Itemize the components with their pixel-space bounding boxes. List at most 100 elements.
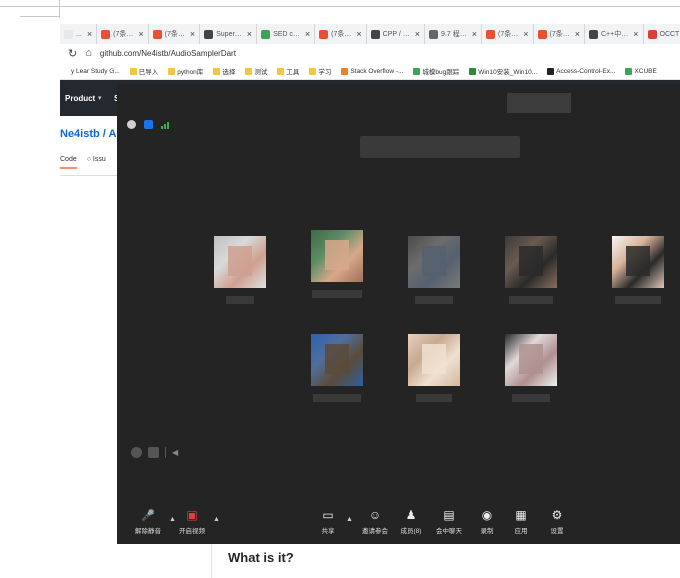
- chat-bubble-icon[interactable]: [148, 447, 159, 458]
- close-icon[interactable]: ×: [247, 29, 252, 39]
- bookmark-item[interactable]: python库: [168, 66, 203, 76]
- members-button[interactable]: ♟ 成员(8): [395, 508, 427, 535]
- share-screen-button[interactable]: ▭ 共享: [312, 508, 344, 535]
- tab-favicon-icon: [101, 29, 111, 39]
- avatar: [325, 240, 349, 270]
- browser-tab[interactable]: (7条… ×: [149, 24, 201, 44]
- close-icon[interactable]: ×: [356, 29, 361, 39]
- participant-video-tile[interactable]: [408, 236, 460, 288]
- close-icon[interactable]: ×: [415, 29, 420, 39]
- tab-code[interactable]: Code: [60, 156, 77, 169]
- bookmark-item[interactable]: 工具: [277, 66, 299, 76]
- bookmark-label: y Lear Study G...: [71, 67, 120, 75]
- reload-icon[interactable]: ↻: [68, 47, 77, 60]
- browser-tab[interactable]: (7条… ×: [534, 24, 585, 44]
- participant-video-tile[interactable]: [311, 334, 363, 386]
- bookmark-item[interactable]: 已导入: [129, 66, 158, 76]
- close-icon[interactable]: ×: [190, 29, 195, 39]
- signal-icon[interactable]: [161, 120, 169, 129]
- participant-name-redacted: [226, 296, 254, 304]
- close-icon[interactable]: ×: [305, 29, 310, 39]
- participant-video-tile[interactable]: [408, 334, 460, 386]
- tab-label: ...: [76, 30, 82, 38]
- bookmark-item[interactable]: 学习: [309, 66, 331, 76]
- bookmark-item[interactable]: Access-Control-Ex...: [547, 67, 615, 75]
- tab-favicon-icon: [589, 29, 598, 39]
- browser-tab[interactable]: C++中… ×: [585, 24, 644, 44]
- browser-tab[interactable]: 9.7 程… ×: [425, 24, 482, 44]
- participant-video-tile[interactable]: [612, 236, 664, 288]
- tab-underline-divider: [60, 175, 120, 176]
- home-icon[interactable]: ⌂: [85, 47, 92, 59]
- chat-icon: ▤: [443, 508, 455, 522]
- avatar: [422, 246, 446, 276]
- chevron-up-icon[interactable]: ▲: [346, 516, 353, 523]
- browser-tab[interactable]: SED c… ×: [257, 24, 316, 44]
- browser-tab[interactable]: (7条… ×: [482, 24, 534, 44]
- video-off-button[interactable]: ▣ 开启视频: [179, 508, 205, 535]
- bookmark-item[interactable]: XCUBE: [625, 67, 657, 75]
- chevron-up-icon[interactable]: ▲: [169, 516, 176, 523]
- bookmark-item[interactable]: 测试: [245, 66, 267, 76]
- browser-tab[interactable]: CPP / … ×: [367, 24, 426, 44]
- emoji-icon[interactable]: [131, 447, 142, 458]
- bookmark-label: 工具: [286, 69, 300, 76]
- toolbar-label: 解除静音: [135, 528, 161, 535]
- toolbar-label: 会中聊天: [436, 528, 462, 535]
- url-field[interactable]: github.com/Ne4istb/AudioSamplerDart: [100, 49, 236, 58]
- shield-icon[interactable]: [144, 120, 153, 129]
- participant-video-tile[interactable]: [214, 236, 266, 288]
- record-button[interactable]: ◉ 录制: [471, 508, 503, 535]
- browser-tab[interactable]: OCCT…×: [644, 24, 680, 44]
- close-icon[interactable]: ×: [523, 29, 528, 39]
- close-icon[interactable]: ×: [472, 29, 477, 39]
- info-icon[interactable]: [127, 120, 136, 129]
- close-icon[interactable]: ×: [87, 29, 92, 39]
- chevron-up-icon[interactable]: ▲: [213, 516, 220, 523]
- tab-label: C++中…: [601, 31, 629, 38]
- settings-icon: ⚙: [551, 508, 563, 522]
- browser-tab[interactable]: Super… ×: [200, 24, 258, 44]
- participant-video-tile[interactable]: [505, 236, 557, 288]
- tab-issues[interactable]: ○ Issu: [87, 156, 106, 169]
- bookmark-folder-icon: [168, 67, 176, 75]
- participant-video-tile[interactable]: [311, 230, 363, 282]
- content-divider: [211, 544, 212, 578]
- invite-button[interactable]: ☺ 邀请参会: [359, 508, 391, 535]
- mic-muted-button[interactable]: 🎤 解除静音: [135, 508, 161, 536]
- tab-favicon-icon: [370, 29, 380, 39]
- close-icon[interactable]: ×: [575, 29, 580, 39]
- toolbar-label: 成员(8): [400, 528, 422, 535]
- participant-video-tile[interactable]: [505, 334, 557, 386]
- participant-name-redacted: [512, 394, 550, 402]
- window-edge-line: [0, 6, 680, 7]
- apps-button[interactable]: ▦ 应用: [505, 508, 537, 535]
- bookmark-item[interactable]: Stack Overflow -...: [341, 67, 403, 75]
- chat-button[interactable]: ▤ 会中聊天: [433, 508, 465, 535]
- chevron-left-icon[interactable]: ◀: [172, 448, 178, 457]
- browser-tab[interactable]: (7条… ×: [97, 24, 149, 44]
- bookmark-label: 城模bug跟踪: [422, 69, 460, 76]
- avatar: [422, 344, 446, 374]
- settings-button[interactable]: ⚙ 设置: [541, 508, 573, 535]
- participant-name-redacted: [416, 394, 452, 402]
- tab-favicon-icon: [152, 29, 162, 39]
- tab-label: Super…: [216, 30, 242, 38]
- browser-tab[interactable]: ... ×: [60, 24, 98, 44]
- bookmark-folder-icon: [469, 67, 477, 75]
- tab-label: (7条…: [498, 31, 519, 38]
- close-icon[interactable]: ×: [633, 29, 638, 39]
- tab-label: 9.7 程…: [441, 31, 467, 38]
- browser-tab[interactable]: (7条… ×: [315, 24, 367, 44]
- tab-label: (7条…: [113, 31, 134, 38]
- participant-name-redacted: [509, 296, 553, 304]
- toolbar-label: 共享: [321, 528, 335, 535]
- close-icon[interactable]: ×: [138, 29, 143, 39]
- bookmark-item[interactable]: 城模bug跟踪: [413, 66, 459, 76]
- video-off-icon: ▣: [186, 508, 198, 522]
- nav-product[interactable]: Product: [65, 94, 95, 103]
- bookmark-item[interactable]: 选择: [213, 66, 235, 76]
- bookmark-item[interactable]: Win10安装_Win10...: [469, 66, 537, 76]
- bookmark-item[interactable]: y Lear Study G...: [62, 67, 120, 75]
- bookmark-label: 选择: [222, 69, 236, 76]
